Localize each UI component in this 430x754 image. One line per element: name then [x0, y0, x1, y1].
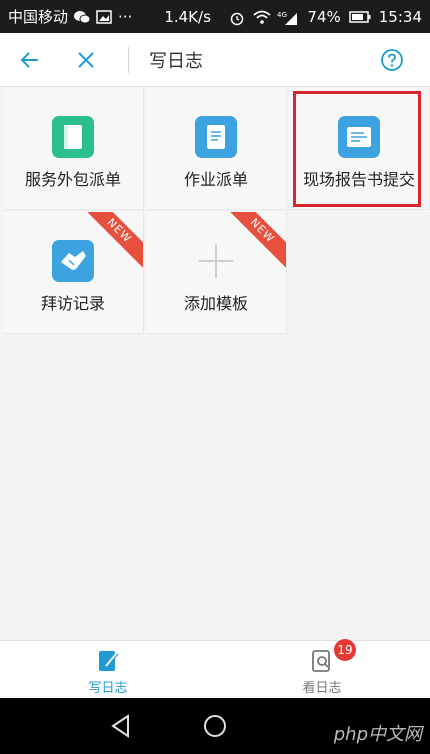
title-divider — [128, 46, 129, 73]
template-label: 服务外包派单 — [24, 170, 121, 189]
template-tile-add-template[interactable]: 添加模板 NEW — [146, 212, 287, 334]
wechat-icon — [74, 10, 91, 24]
template-label: 添加模板 — [183, 294, 248, 313]
clock: 15:34 — [378, 7, 422, 26]
watermark: php中文网 — [333, 724, 422, 745]
wifi-icon — [253, 10, 272, 24]
template-tile-visit-record[interactable]: 拜访记录 NEW — [3, 212, 144, 334]
back-triangle-icon[interactable] — [107, 712, 135, 740]
document-blue-icon — [195, 116, 237, 158]
more-dots-icon: ··· — [118, 7, 133, 26]
close-icon — [78, 51, 94, 68]
handshake-icon — [52, 240, 94, 282]
back-button[interactable] — [10, 40, 50, 80]
home-circle-icon[interactable] — [201, 712, 229, 740]
alarm-icon — [229, 10, 245, 25]
write-log-icon — [96, 649, 120, 673]
document-green-icon — [52, 116, 94, 158]
page-title: 写日志 — [149, 50, 203, 72]
battery-icon — [349, 10, 371, 24]
svg-text:4G: 4G — [277, 11, 287, 19]
template-tile-work-order[interactable]: 作业派单 — [146, 88, 287, 210]
app-bar: 写日志 — [0, 33, 430, 87]
help-button[interactable] — [372, 40, 412, 80]
unread-count-badge: 19 — [334, 639, 356, 661]
status-right: 4G 74% 15:34 — [229, 8, 422, 26]
screen: 中国移动 ··· 1.4K/s 4G 74% 15:34 写日志 服务外包派单 … — [0, 0, 430, 754]
bottom-nav: 写日志 19 看日志 — [0, 639, 430, 699]
battery-percent: 74% — [307, 7, 341, 26]
question-circle-icon — [381, 48, 403, 71]
status-bar: 中国移动 ··· 1.4K/s 4G 74% 15:34 — [0, 0, 430, 33]
close-button[interactable] — [66, 40, 106, 80]
carrier-label: 中国移动 — [8, 8, 69, 26]
nav-label: 看日志 — [302, 681, 342, 696]
status-left: 中国移动 ··· 1.4K/s — [8, 6, 229, 27]
template-label: 拜访记录 — [40, 294, 105, 313]
signal-icon: 4G — [277, 10, 299, 25]
android-nav-bar: php中文网 — [0, 698, 430, 754]
arrow-left-icon — [20, 51, 38, 68]
network-speed: 1.4K/s — [164, 7, 211, 26]
template-label: 作业派单 — [183, 170, 248, 189]
search-log-icon — [310, 649, 334, 673]
image-icon — [96, 9, 112, 24]
nav-write-log[interactable]: 写日志 — [48, 641, 168, 699]
nav-view-log[interactable]: 19 看日志 — [262, 639, 382, 699]
template-tile-service-outsourcing[interactable]: 服务外包派单 — [3, 88, 144, 210]
plus-icon — [195, 240, 237, 282]
nav-label: 写日志 — [88, 681, 128, 696]
highlight-frame — [293, 91, 421, 207]
